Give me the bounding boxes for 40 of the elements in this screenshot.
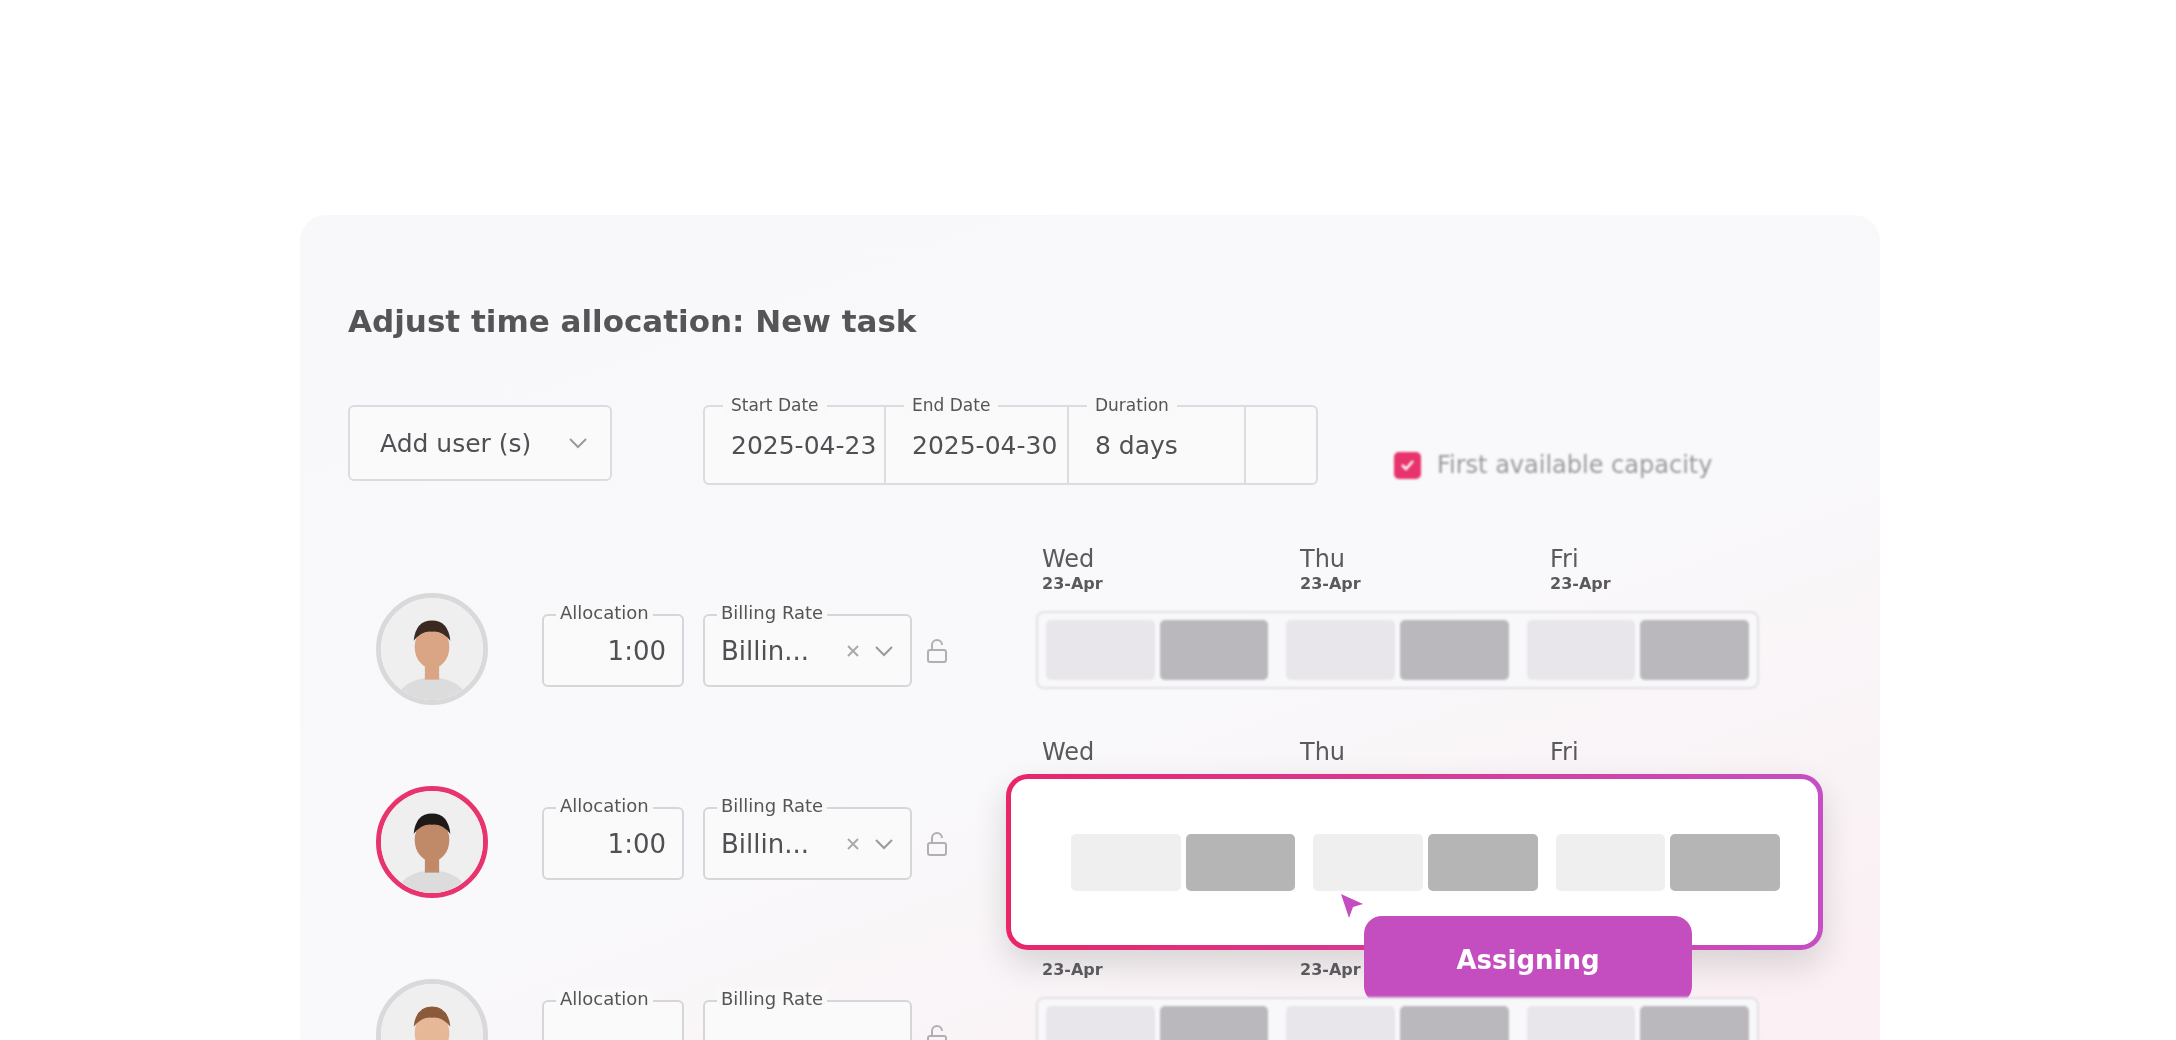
clear-icon[interactable] xyxy=(846,836,860,851)
day-date: 23-Apr xyxy=(1042,959,1103,981)
time-slot[interactable] xyxy=(1640,620,1749,680)
date-field-value[interactable]: 2025-04-23 xyxy=(731,430,877,460)
field-label: Billing Rate xyxy=(717,795,828,816)
add-user-dropdown[interactable]: Add user (s) xyxy=(348,405,612,481)
time-slot[interactable] xyxy=(1159,620,1269,680)
day-name: Wed xyxy=(1042,545,1096,573)
dialog-title: Adjust time allocation: New task xyxy=(348,303,918,339)
day-name: Fri xyxy=(1550,738,1580,766)
day-date: 23-Apr xyxy=(1042,573,1103,595)
day-name: Thu xyxy=(1300,545,1347,573)
billing-rate-select[interactable]: Billing Rate Billin... xyxy=(703,602,912,687)
allocation-field[interactable]: Allocation 1:00 xyxy=(542,795,684,880)
allocation-field[interactable]: Allocation 1:00 xyxy=(542,602,684,687)
time-slot[interactable] xyxy=(1185,834,1296,891)
time-slot[interactable] xyxy=(1400,620,1509,680)
day-name: Thu xyxy=(1300,738,1347,766)
time-slot[interactable] xyxy=(1670,834,1780,891)
chevron-down-icon xyxy=(874,644,894,657)
date-field-value[interactable]: 8 days xyxy=(1095,430,1178,460)
day-date: 23-Apr xyxy=(1550,573,1611,595)
date-field-value[interactable]: 2025-04-30 xyxy=(912,430,1058,460)
chevron-down-icon xyxy=(568,437,588,449)
billing-rate-select[interactable]: Billing Rate Billin... xyxy=(703,795,912,880)
lock-icon[interactable] xyxy=(926,639,948,663)
check-icon xyxy=(1400,459,1415,471)
field-label: Billing Rate xyxy=(717,988,828,1009)
checkbox-label: First available capacity xyxy=(1437,451,1713,479)
lock-icon[interactable] xyxy=(926,832,948,856)
field-label: Billing Rate xyxy=(717,602,828,623)
day-date: 23-Apr xyxy=(1300,959,1361,981)
checkbox[interactable] xyxy=(1394,451,1421,479)
day-date: 23-Apr xyxy=(1300,573,1361,595)
time-slot[interactable] xyxy=(1428,834,1538,891)
chevron-down-icon xyxy=(874,837,894,850)
day-name: Fri xyxy=(1550,545,1580,573)
day-name: Wed xyxy=(1042,738,1096,766)
cursor-icon xyxy=(1339,892,1365,920)
clear-icon[interactable] xyxy=(846,643,860,658)
